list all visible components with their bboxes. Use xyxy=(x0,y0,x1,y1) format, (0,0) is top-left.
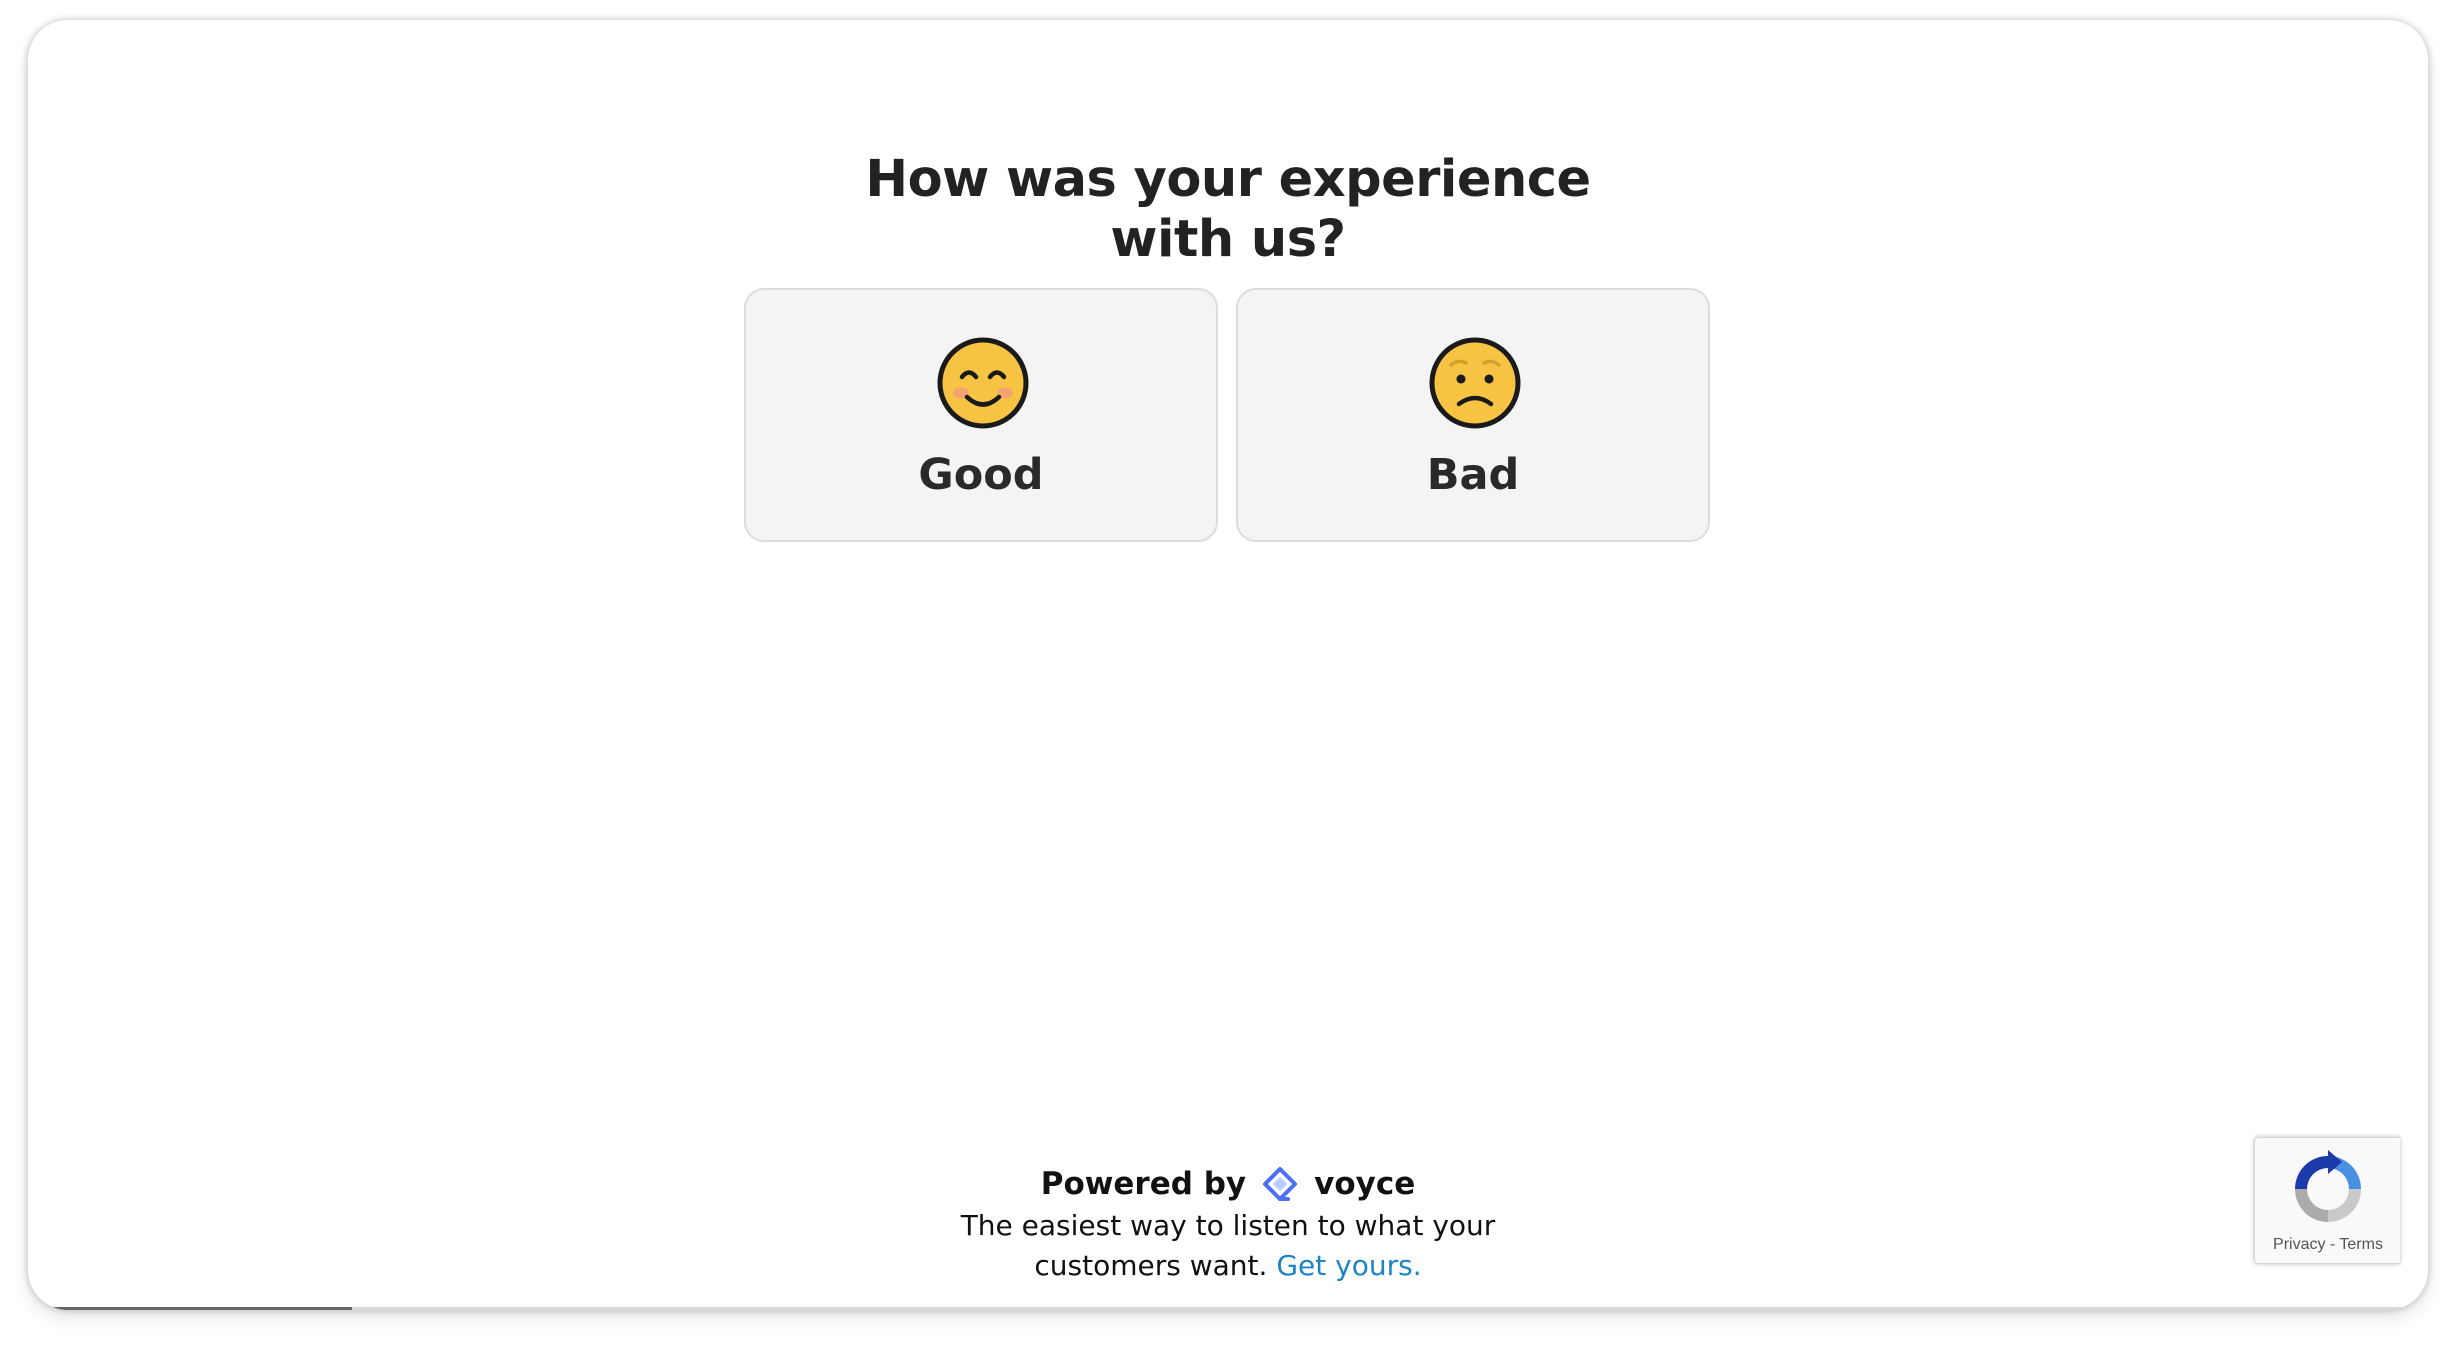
worried-face-icon xyxy=(1429,337,1521,429)
bad-option-label: Bad xyxy=(1426,450,1520,500)
powered-by-label: Powered by xyxy=(1040,1166,1247,1202)
progress-bar-fill xyxy=(28,1307,352,1310)
recaptcha-separator: - xyxy=(2329,1236,2336,1253)
footer-tagline: The easiest way to listen to what your c… xyxy=(28,1206,2428,1286)
tagline-line-2-text: customers want. xyxy=(1034,1249,1268,1282)
tagline-line-2: customers want. Get yours. xyxy=(28,1246,2428,1286)
smiling-face-icon xyxy=(937,337,1029,429)
recaptcha-links: Privacy - Terms xyxy=(2255,1236,2401,1254)
powered-by-row: Powered by voyce xyxy=(28,1162,2428,1206)
recaptcha-terms-link[interactable]: Terms xyxy=(2339,1236,2383,1253)
good-option-button[interactable]: Good xyxy=(744,288,1218,542)
question-line-2: with us? xyxy=(1110,210,1346,269)
recaptcha-badge[interactable]: Privacy - Terms xyxy=(2254,1137,2400,1264)
recaptcha-icon xyxy=(2295,1150,2361,1222)
footer: Powered by voyce The easiest way to list… xyxy=(28,1162,2428,1286)
question-line-1: How was your experience xyxy=(865,150,1591,209)
survey-window: How was your experience with us? Good Ba… xyxy=(28,20,2428,1310)
good-option-label: Good xyxy=(918,450,1044,500)
tagline-line-1: The easiest way to listen to what your xyxy=(960,1209,1496,1242)
survey-question: How was your experience with us? xyxy=(28,150,2428,270)
bad-option-button[interactable]: Bad xyxy=(1236,288,1710,542)
get-yours-link[interactable]: Get yours. xyxy=(1276,1249,1421,1282)
voyce-logo-icon xyxy=(1263,1167,1298,1201)
recaptcha-privacy-link[interactable]: Privacy xyxy=(2273,1236,2325,1253)
progress-bar xyxy=(28,1307,2428,1310)
voyce-brand-name: voyce xyxy=(1314,1166,1416,1202)
